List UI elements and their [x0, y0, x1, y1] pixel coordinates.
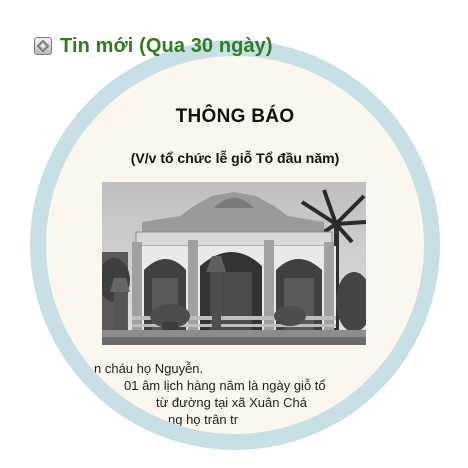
body-line: ng họ trân tr [168, 412, 239, 427]
body-line: n cháu họ Nguyễn. [94, 361, 204, 376]
notice-body: n cháu họ Nguyễn. 01 âm lịch hàng năm là… [86, 360, 416, 428]
bullet-icon [34, 37, 52, 55]
ancestral-temple-photo [102, 182, 366, 345]
section-title[interactable]: Tin mới (Qua 30 ngày) [60, 35, 273, 58]
notice-title: THÔNG BÁO [175, 106, 295, 127]
news-widget: Tin mới (Qua 30 ngày) THÔNG BÁO (V/v tổ … [0, 0, 468, 468]
body-line: từ đường tại xã Xuân Chá [156, 395, 307, 410]
section-header: Tin mới (Qua 30 ngày) [34, 32, 273, 60]
news-thumbnail[interactable]: THÔNG BÁO (V/v tổ chức lễ giỗ Tổ đầu năm… [46, 56, 424, 434]
notice-subtitle: (V/v tổ chức lễ giỗ Tổ đầu năm) [130, 150, 340, 166]
body-line: 01 âm lịch hàng năm là ngày giỗ tổ [124, 378, 326, 393]
